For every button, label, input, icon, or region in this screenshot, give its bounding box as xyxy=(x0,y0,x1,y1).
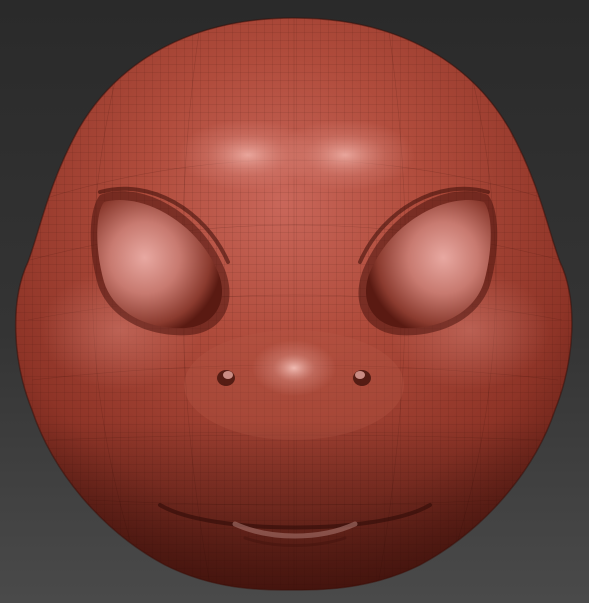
head[interactable] xyxy=(0,0,589,603)
sculpt-render[interactable] xyxy=(0,0,589,603)
3d-viewport[interactable] xyxy=(0,0,589,603)
jaw-shadow xyxy=(15,420,572,590)
right-brow-highlight xyxy=(275,119,415,191)
nose-highlight xyxy=(252,340,336,396)
left-nostril xyxy=(217,370,235,386)
right-nostril xyxy=(353,370,371,386)
